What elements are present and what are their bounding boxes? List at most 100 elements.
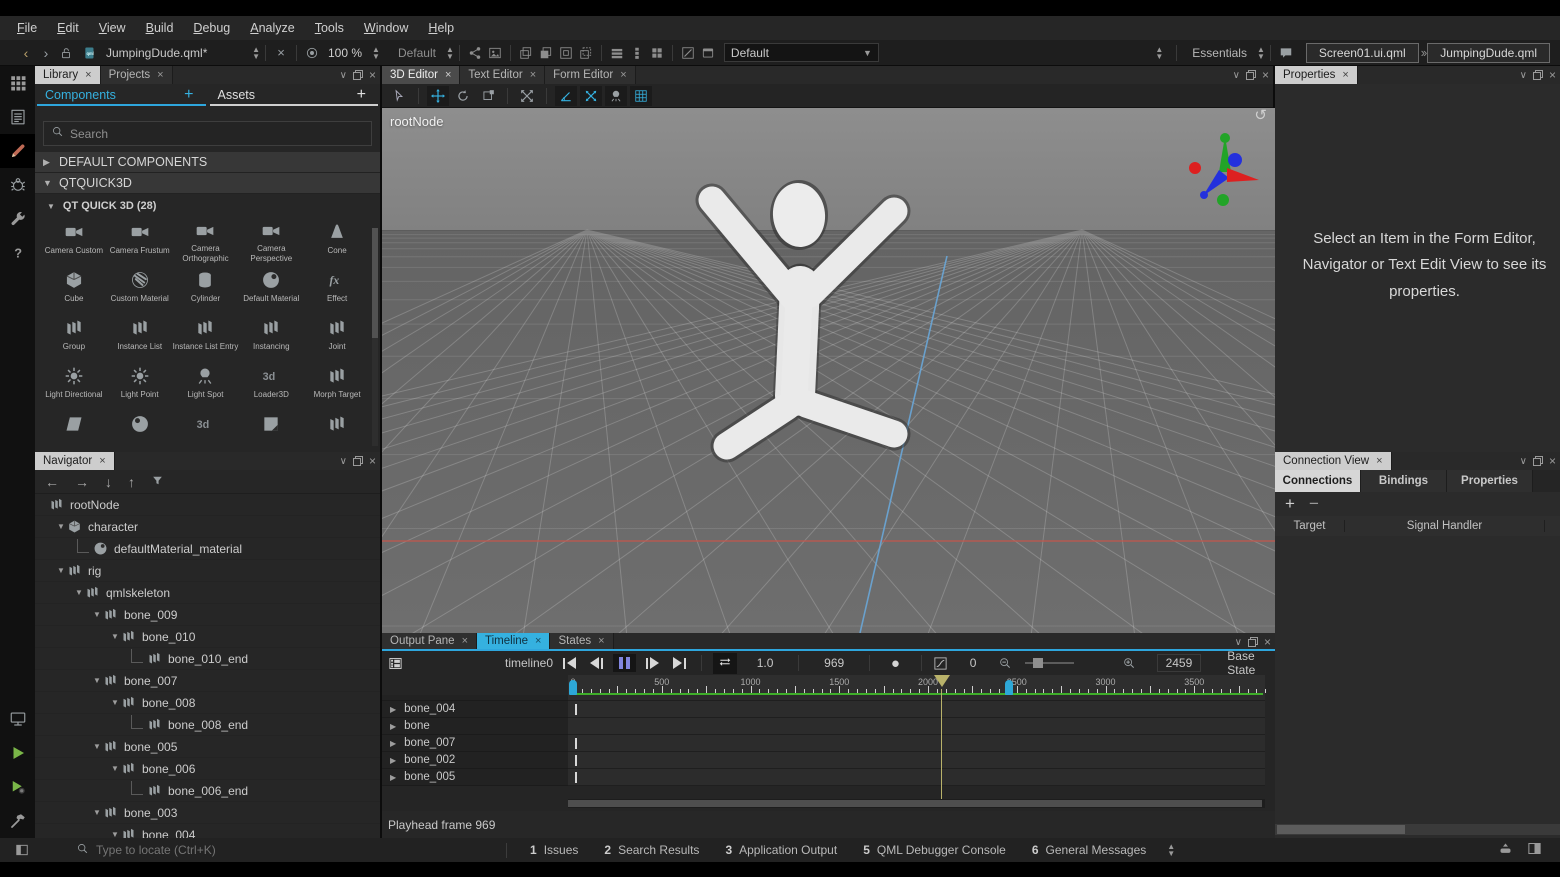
zoom-out-button[interactable] <box>998 654 1012 672</box>
rotate-tool[interactable] <box>452 86 474 106</box>
design-mode-button[interactable] <box>0 134 35 168</box>
expander-icon[interactable]: ▼ <box>57 566 67 575</box>
image-tool[interactable] <box>485 44 505 62</box>
zoom-value[interactable]: 100 % <box>328 46 362 60</box>
component-loader3d[interactable]: 3dLoader3D <box>238 364 304 408</box>
tab-projects[interactable]: Projects× <box>101 66 173 84</box>
tree-item-bone_008[interactable]: ▼bone_008 <box>35 692 380 714</box>
listrows-tool[interactable] <box>607 44 627 62</box>
library-scrollbar[interactable] <box>372 228 378 446</box>
track-lane[interactable] <box>568 735 1265 752</box>
style-selector-arrows[interactable]: ▲▼ <box>446 46 454 60</box>
float-panel-icon[interactable] <box>1533 456 1543 466</box>
expander-icon[interactable]: ▼ <box>93 742 103 751</box>
file-selector[interactable]: qml JumpingDude.qml* ▲▼ <box>80 44 260 62</box>
component-camera-custom[interactable]: Camera Custom <box>41 220 107 264</box>
back-icon[interactable]: ‹ <box>16 44 36 62</box>
component-effect[interactable]: fxEffect <box>304 268 370 312</box>
track-label[interactable]: ▶bone_004 <box>382 701 568 718</box>
tab-3d-editor[interactable]: 3D Editor× <box>382 66 460 84</box>
tab-timeline[interactable]: Timeline× <box>477 633 550 649</box>
keyframe-marker[interactable] <box>575 772 577 783</box>
component-camera-perspective[interactable]: Camera Perspective <box>238 220 304 264</box>
output-button-general-messages[interactable]: 6General Messages <box>1019 843 1159 857</box>
close-tab-icon[interactable]: × <box>445 69 451 81</box>
close-tab-icon[interactable]: × <box>530 69 536 81</box>
float-panel-icon[interactable] <box>1248 637 1258 647</box>
tab-connection-view[interactable]: Connection View× <box>1275 452 1392 470</box>
mode-selector[interactable]: Essentials <box>1192 46 1247 60</box>
nav-filter-icon[interactable] <box>151 474 164 490</box>
expander-icon[interactable]: ▼ <box>75 588 85 597</box>
close-tab-icon[interactable]: × <box>85 69 91 81</box>
edit-mode-button[interactable] <box>0 100 35 134</box>
debug-mode-button[interactable] <box>0 168 35 202</box>
remove-connection-button[interactable]: − <box>1309 494 1319 514</box>
component-light-spot[interactable]: Light Spot <box>173 364 239 408</box>
pensq-tool[interactable] <box>678 44 698 62</box>
end-frame-field[interactable]: 2459 <box>1157 654 1202 672</box>
to-start-button[interactable] <box>559 655 580 671</box>
close-document-icon[interactable]: × <box>271 44 291 62</box>
close-tab-icon[interactable]: × <box>1376 455 1382 467</box>
output-button-search-results[interactable]: 2Search Results <box>591 843 712 857</box>
copy-tool[interactable] <box>516 44 536 62</box>
tree-item-bone_003[interactable]: ▼bone_003 <box>35 802 380 824</box>
playhead-line[interactable] <box>941 689 942 799</box>
component-custom-material[interactable]: Custom Material <box>107 268 173 312</box>
component-joint[interactable]: Joint <box>304 316 370 360</box>
tab-navigator[interactable]: Navigator× <box>35 452 115 470</box>
close-tab-icon[interactable]: × <box>99 455 105 467</box>
nav-back-icon[interactable]: ← <box>45 474 59 490</box>
tab-form-editor[interactable]: Form Editor× <box>545 66 636 84</box>
close-tab-icon[interactable]: × <box>157 69 163 81</box>
tree-item-qmlskeleton[interactable]: ▼qmlskeleton <box>35 582 380 604</box>
fit-view-tool[interactable] <box>516 86 538 106</box>
nav-move-up-icon[interactable]: ↑ <box>128 474 135 490</box>
float-panel-icon[interactable] <box>1246 70 1256 80</box>
component-unnamed[interactable] <box>107 412 173 452</box>
close-tab-icon[interactable]: × <box>1342 69 1348 81</box>
share-tool[interactable] <box>465 44 485 62</box>
tab-output-pane[interactable]: Output Pane× <box>382 633 477 649</box>
float-panel-icon[interactable] <box>353 456 363 466</box>
expander-icon[interactable]: ▼ <box>111 632 121 641</box>
tab-properties[interactable]: Properties <box>1447 470 1533 492</box>
close-tab-icon[interactable]: × <box>462 635 468 647</box>
close-panel-icon[interactable]: × <box>369 68 376 82</box>
float-panel-icon[interactable] <box>1533 70 1543 80</box>
component-unnamed[interactable] <box>238 412 304 452</box>
output-button-application-output[interactable]: 3Application Output <box>712 843 850 857</box>
welcome-mode-button[interactable] <box>0 66 35 100</box>
edit-light-tool[interactable] <box>605 86 627 106</box>
float-panel-icon[interactable] <box>353 70 363 80</box>
style-selector[interactable]: Default <box>398 46 436 60</box>
tree-item-bone_008_end[interactable]: bone_008_end <box>35 714 380 736</box>
track-label[interactable]: ▶bone_007 <box>382 735 568 752</box>
collapse-panel-icon[interactable]: ∨ <box>1520 456 1527 467</box>
zoom-target-icon[interactable] <box>302 44 322 62</box>
copydash-tool[interactable] <box>576 44 596 62</box>
tree-item-bone_007[interactable]: ▼bone_007 <box>35 670 380 692</box>
close-panel-icon[interactable]: × <box>369 454 376 468</box>
track-label[interactable]: ▶bone_005 <box>382 769 568 786</box>
add-connection-button[interactable]: + <box>1285 494 1295 514</box>
build-button[interactable] <box>0 804 35 838</box>
current-frame-value[interactable]: 969 <box>824 656 844 670</box>
tab-properties[interactable]: Properties× <box>1275 66 1358 84</box>
3d-viewport[interactable]: rootNode ↺ <box>382 108 1275 633</box>
nav-forward-icon[interactable]: → <box>75 474 89 490</box>
menu-build[interactable]: Build <box>137 18 183 38</box>
track-lane[interactable] <box>568 718 1265 735</box>
zero-field[interactable]: 0 <box>970 656 977 670</box>
tree-item-character[interactable]: ▼character <box>35 516 380 538</box>
zoom-slider[interactable] <box>1025 662 1075 664</box>
close-tab-icon[interactable]: × <box>620 69 626 81</box>
range-end-marker[interactable] <box>1005 680 1013 695</box>
timeline-ruler[interactable]: 0500100015002000250030003500 <box>568 675 1265 695</box>
keyframe-marker[interactable] <box>575 704 577 715</box>
annotation-comment-icon[interactable] <box>1276 44 1296 62</box>
debug-run-button[interactable] <box>0 770 35 804</box>
tab-assets[interactable]: Assets+ <box>208 86 381 104</box>
expander-icon[interactable]: ▶ <box>390 705 396 714</box>
